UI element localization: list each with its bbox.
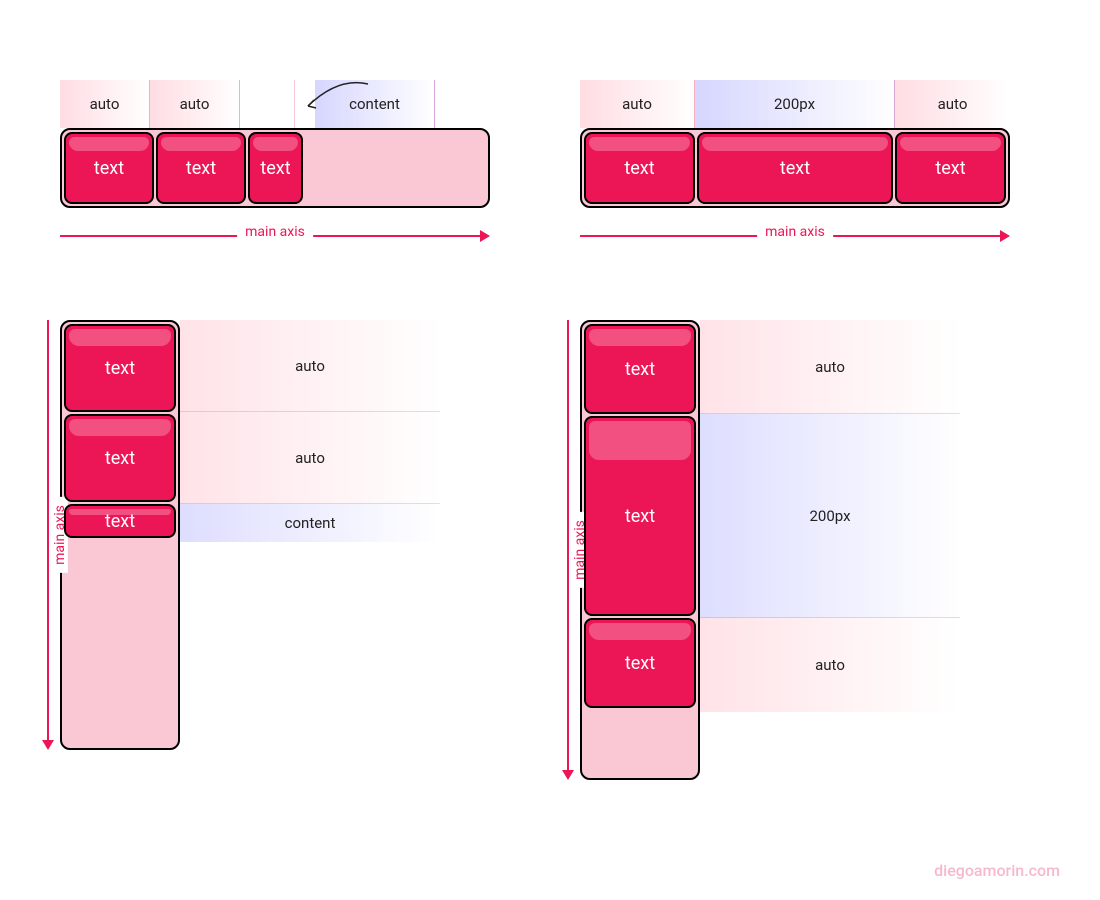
flex-item: text	[64, 132, 154, 204]
arrow-down-icon	[47, 320, 49, 742]
flex-container: text text text	[60, 128, 490, 208]
flex-item: text	[64, 414, 176, 502]
size-label: content	[315, 80, 435, 128]
axis-label: main axis	[237, 224, 313, 240]
flex-item: text	[248, 132, 303, 204]
diagram-column-auto-content: main axis text text text auto auto conte…	[60, 320, 490, 750]
size-label: auto	[700, 320, 960, 414]
main-axis: main axis	[558, 320, 578, 780]
attribution: diegoamorin.com	[934, 861, 1060, 880]
main-axis: main axis	[580, 226, 1010, 246]
size-label: content	[180, 504, 440, 542]
diagram-row-fixed: auto 200px auto text text text main axis	[580, 80, 1010, 246]
flex-container: text text text	[60, 320, 180, 750]
size-label: auto	[895, 80, 1010, 128]
flex-item: text	[697, 132, 893, 204]
flex-item: text	[895, 132, 1006, 204]
size-label: auto	[700, 618, 960, 712]
flex-container: text text text	[580, 128, 1010, 208]
size-label: auto	[150, 80, 240, 128]
size-labels: auto auto content	[180, 320, 440, 542]
flex-item: text	[64, 504, 176, 538]
diagram-row-auto-content: auto auto content text text text main ax…	[60, 80, 490, 246]
size-labels: auto 200px auto	[700, 320, 960, 712]
size-label: auto	[180, 320, 440, 412]
main-axis: main axis	[60, 226, 490, 246]
diagram-column-fixed: main axis text text text auto 200px auto	[580, 320, 1010, 780]
axis-label: main axis	[757, 224, 833, 240]
flex-item: text	[156, 132, 246, 204]
flex-container: text text text	[580, 320, 700, 780]
arrow-down-icon	[567, 320, 569, 772]
size-label: auto	[580, 80, 695, 128]
flex-item: text	[584, 618, 696, 708]
flex-item: text	[584, 132, 695, 204]
size-label: 200px	[695, 80, 895, 128]
size-labels: auto 200px auto	[580, 80, 1010, 128]
size-labels: auto auto content	[60, 80, 490, 128]
size-label-gap	[240, 80, 295, 128]
size-label: auto	[60, 80, 150, 128]
flex-item: text	[584, 324, 696, 414]
size-label: auto	[180, 412, 440, 504]
flex-item: text	[584, 416, 696, 616]
flex-item: text	[64, 324, 176, 412]
size-label: 200px	[700, 414, 960, 618]
main-axis: main axis	[38, 320, 58, 750]
